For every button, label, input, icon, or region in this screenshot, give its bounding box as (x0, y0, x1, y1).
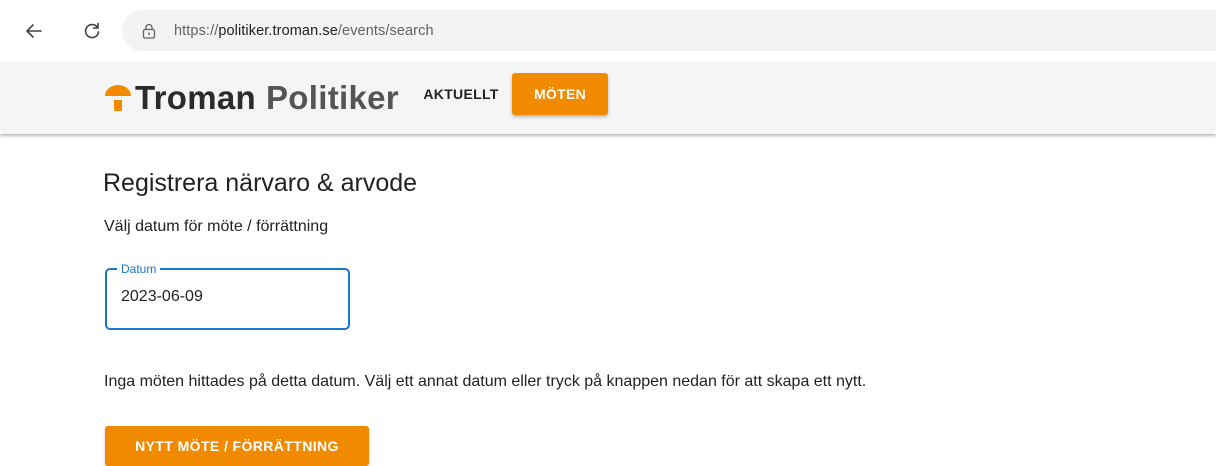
site-info-icon[interactable] (140, 22, 158, 40)
page-title: Registrera närvaro & arvode (103, 169, 418, 197)
browser-toolbar: https://politiker.troman.se/events/searc… (0, 0, 1216, 62)
url-host: politiker.troman.se (218, 22, 338, 39)
app-header: Troman Politiker AKTUELLT MÖTEN (0, 62, 1216, 134)
page-subtitle: Välj datum för möte / förrättning (104, 218, 329, 235)
back-button[interactable] (18, 15, 50, 47)
troman-logo-icon (105, 85, 131, 111)
brand-logo-link[interactable]: Troman Politiker (103, 76, 399, 120)
brand-subtitle: Politiker (266, 79, 399, 116)
url-scheme: https:// (174, 22, 219, 39)
nav-aktuellt[interactable]: AKTUELLT (413, 73, 509, 115)
address-bar[interactable]: https://politiker.troman.se/events/searc… (122, 10, 1216, 51)
arrow-left-icon (26, 24, 42, 38)
url-text: https://politiker.troman.se/events/searc… (174, 23, 434, 39)
nav-moten[interactable]: MÖTEN (512, 73, 608, 115)
date-field[interactable]: Datum (105, 262, 350, 330)
date-input[interactable] (121, 288, 331, 306)
url-path: /events/search (337, 22, 434, 39)
reload-button[interactable] (76, 15, 108, 47)
no-meetings-message: Inga möten hittades på detta datum. Välj… (104, 373, 867, 390)
brand-name: Troman (135, 79, 256, 116)
date-field-label: Datum (117, 262, 161, 276)
new-meeting-button[interactable]: NYTT MÖTE / FÖRRÄTTNING (105, 426, 369, 466)
reload-icon (84, 22, 100, 39)
